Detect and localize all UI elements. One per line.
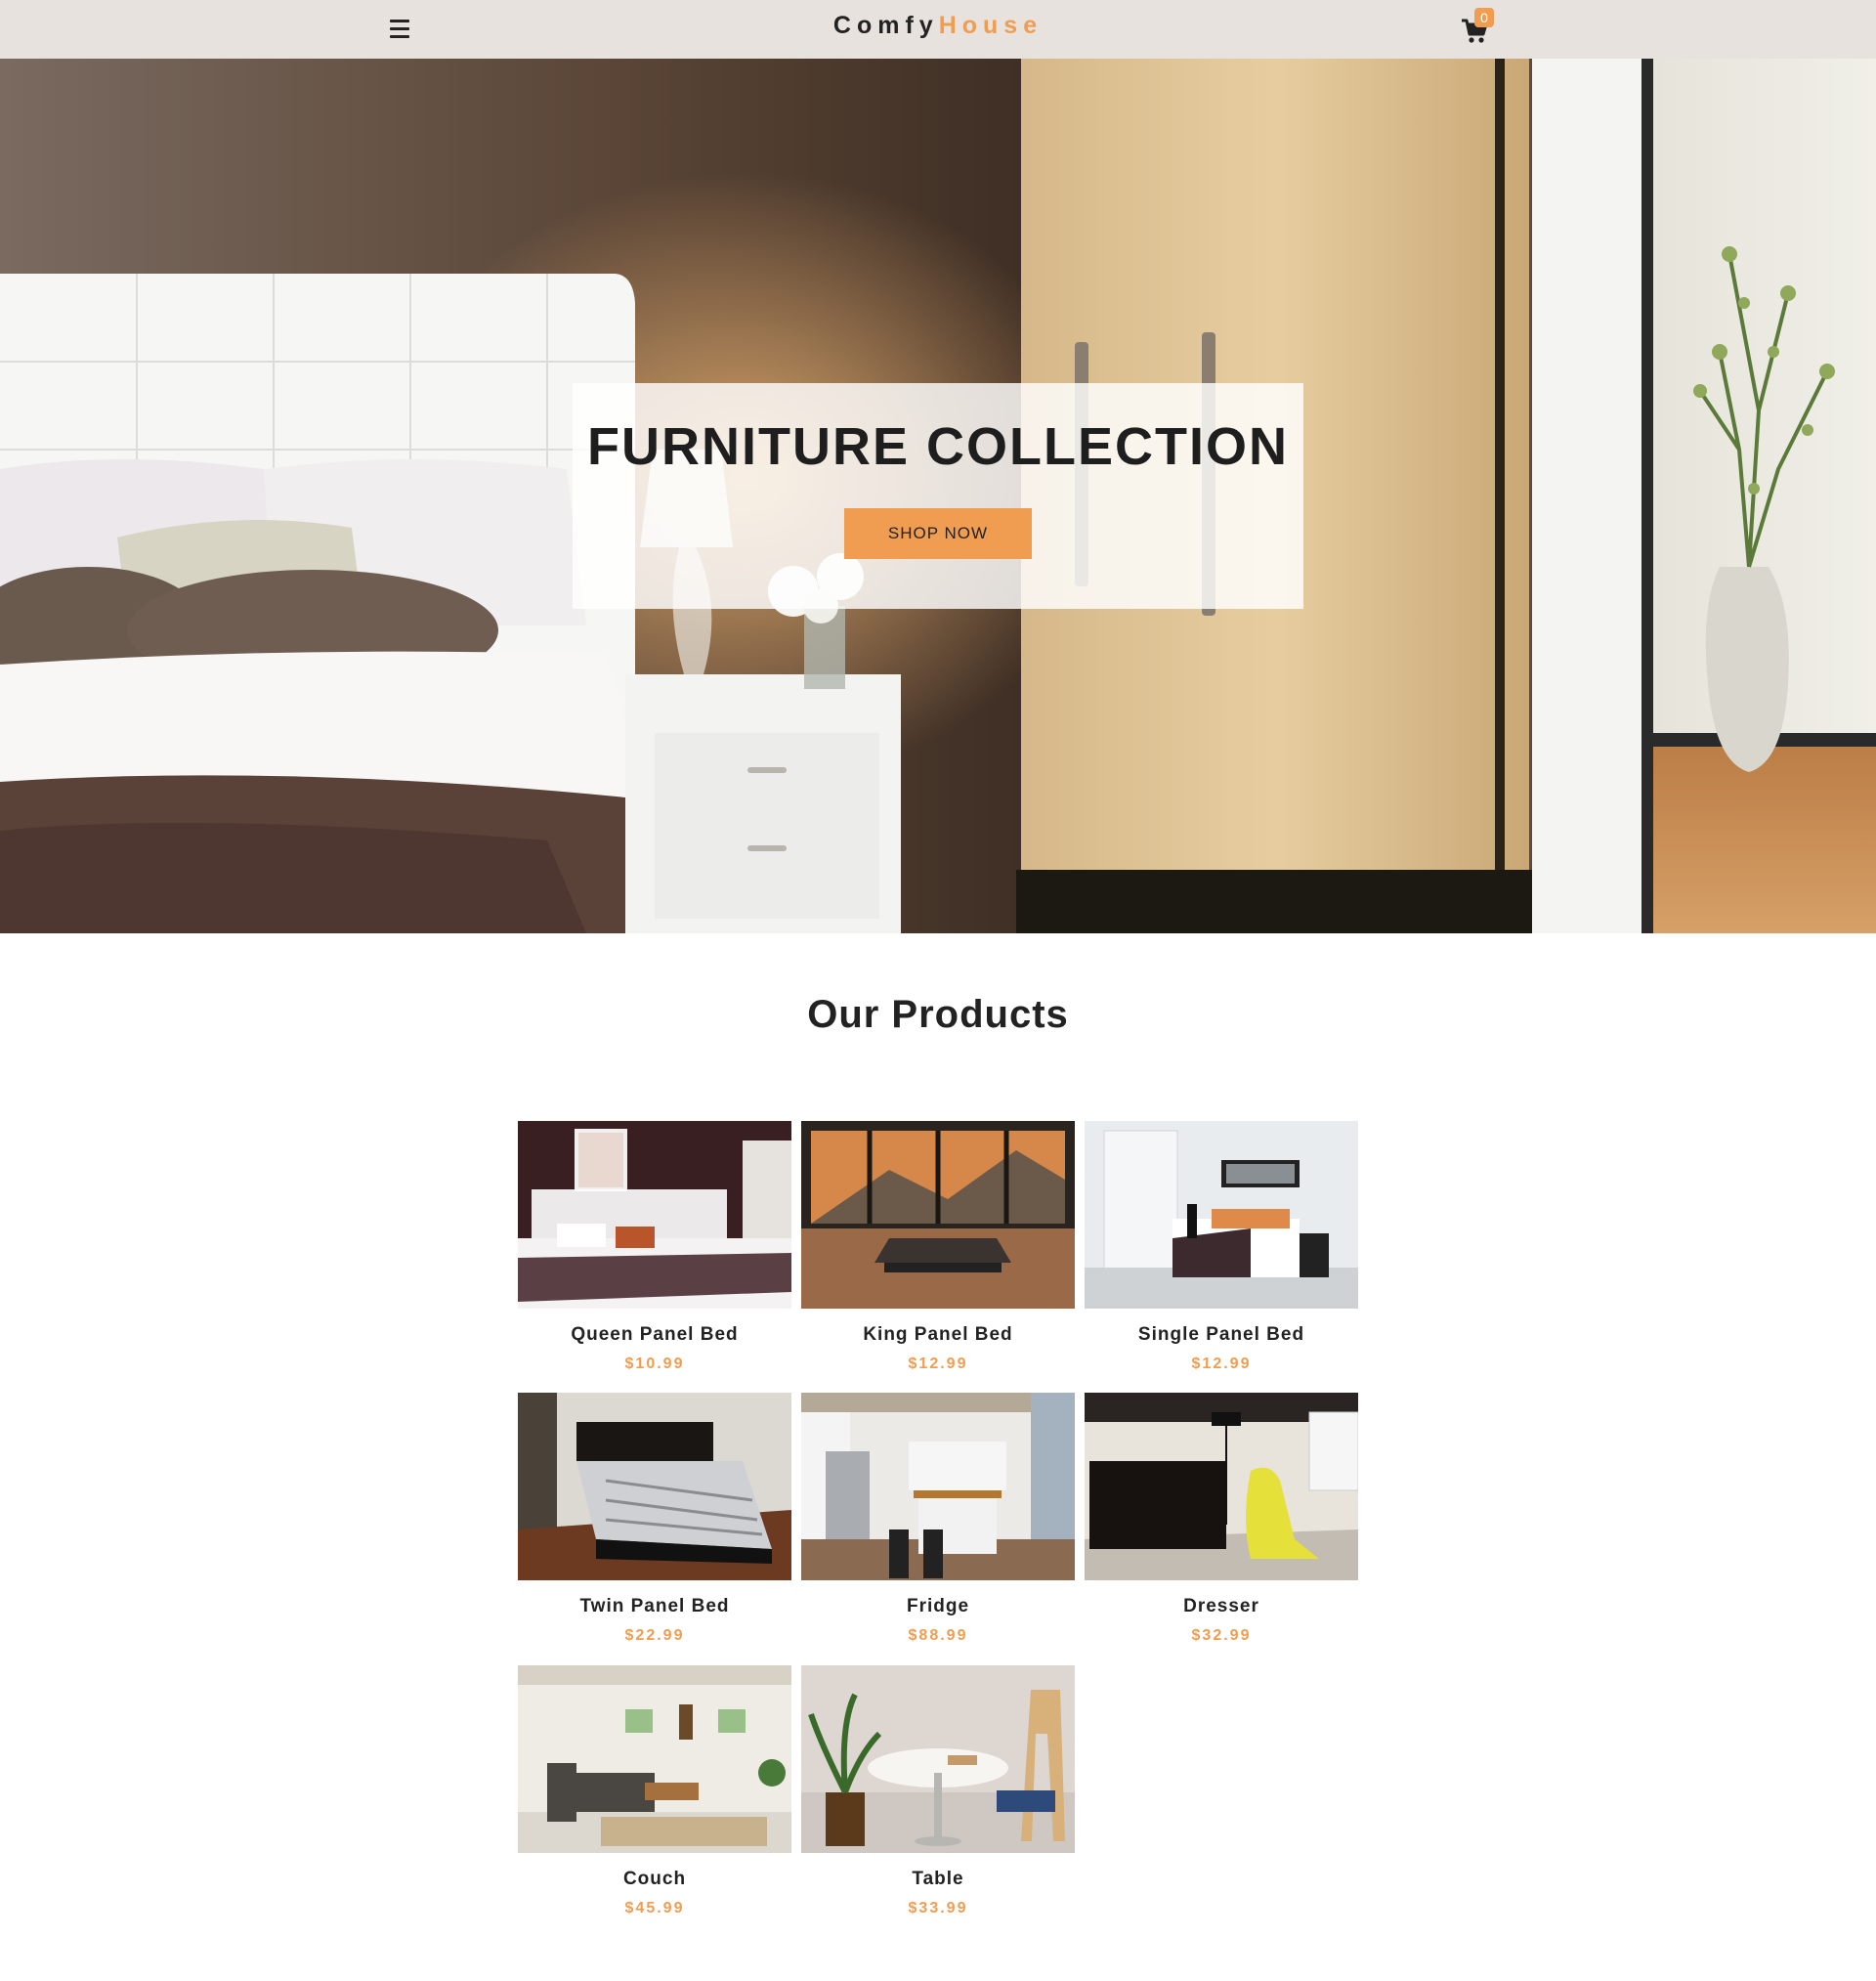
product-image (801, 1393, 1075, 1580)
product-price: $88.99 (908, 1627, 968, 1644)
products-section-title: Our Products (807, 993, 1069, 1036)
product-card[interactable]: Queen Panel Bed $10.99 (518, 1121, 791, 1373)
product-image (801, 1665, 1075, 1853)
product-name: Fridge (906, 1596, 970, 1616)
hero-banner: FURNITURE COLLECTION SHOP NOW (0, 59, 1876, 933)
product-name: Table (912, 1869, 964, 1889)
product-image (1085, 1393, 1358, 1580)
navbar: ComfyHouse 0 (0, 0, 1876, 59)
cart-count-badge: 0 (1474, 8, 1494, 27)
product-image (1085, 1121, 1358, 1309)
product-image (518, 1393, 791, 1580)
product-name: Queen Panel Bed (571, 1324, 739, 1345)
product-card[interactable]: Couch $45.99 (518, 1665, 791, 1917)
product-price: $12.99 (908, 1356, 968, 1372)
product-card[interactable]: Dresser $32.99 (1085, 1393, 1358, 1645)
product-card[interactable]: King Panel Bed $12.99 (801, 1121, 1075, 1373)
product-card[interactable]: Twin Panel Bed $22.99 (518, 1393, 791, 1645)
shop-now-button[interactable]: SHOP NOW (844, 508, 1032, 559)
product-price: $32.99 (1191, 1627, 1252, 1644)
product-price: $12.99 (1191, 1356, 1252, 1372)
product-price: $10.99 (624, 1356, 685, 1372)
product-name: Dresser (1183, 1596, 1259, 1616)
logo-comfy: Comfy (832, 12, 939, 39)
product-image (801, 1121, 1075, 1309)
product-name: Single Panel Bed (1137, 1324, 1305, 1345)
product-card[interactable]: Fridge $88.99 (801, 1393, 1075, 1645)
product-price: $22.99 (624, 1627, 685, 1644)
product-card[interactable]: Single Panel Bed $12.99 (1085, 1121, 1358, 1373)
product-price: $45.99 (624, 1900, 685, 1916)
product-name: King Panel Bed (863, 1324, 1013, 1345)
logo: ComfyHouse (0, 12, 1876, 40)
product-price: $33.99 (908, 1900, 968, 1916)
product-name: Couch (622, 1869, 687, 1889)
hero-title-box: FURNITURE COLLECTION SHOP NOW (573, 383, 1303, 609)
product-name: Twin Panel Bed (579, 1596, 730, 1616)
product-image (518, 1121, 791, 1309)
hero-title: FURNITURE COLLECTION (587, 417, 1289, 476)
logo-house: House (938, 12, 1044, 39)
product-image (518, 1665, 791, 1853)
product-card[interactable]: Table $33.99 (801, 1665, 1075, 1917)
